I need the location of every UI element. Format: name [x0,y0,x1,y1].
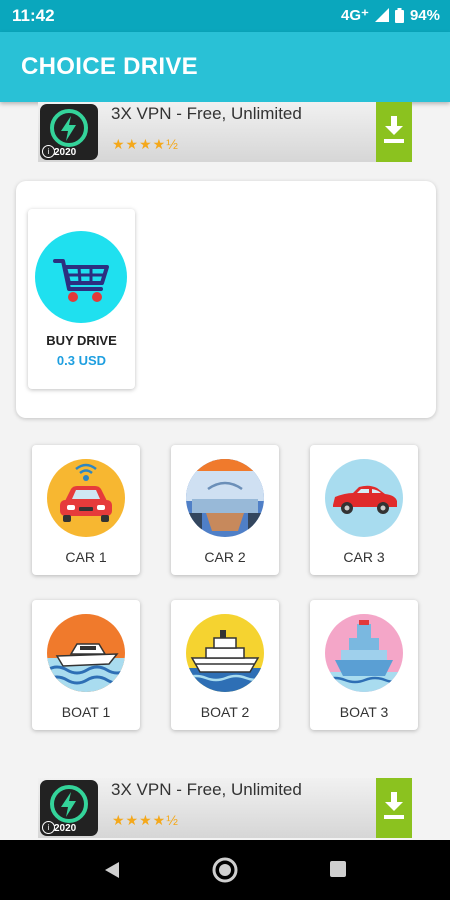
vpn-app-icon: i 2020 [40,104,98,160]
download-icon [384,792,404,819]
car-1-icon [47,459,125,537]
shopping-cart-icon [53,259,109,302]
ad-title: 3X VPN - Free, Unlimited [111,104,302,123]
tile-car-2[interactable]: CAR 2 [171,445,279,575]
home-icon[interactable] [212,857,238,883]
vpn-app-icon: i 2020 [40,780,98,836]
tile-boat-1[interactable]: BOAT 1 [32,600,140,730]
car-3-icon [325,459,403,537]
boat-3-label: BOAT 3 [339,704,389,720]
car-2-icon [186,459,264,537]
buy-card: BUY DRIVE 0.3 USD [16,181,436,418]
download-button[interactable] [376,778,412,838]
signal-icon [374,8,389,22]
download-icon [384,116,404,143]
status-time: 11:42 [12,6,55,25]
battery-level: 94% [409,6,440,24]
badge-year: 2020 [54,823,77,834]
buy-drive-label: BUY DRIVE [46,333,117,348]
recents-icon[interactable] [329,860,347,878]
buy-drive-button[interactable]: BUY DRIVE 0.3 USD [28,209,135,389]
boat-2-label: BOAT 2 [200,704,250,720]
tile-car-1[interactable]: CAR 1 [32,445,140,575]
boat-3-icon [325,614,403,692]
app-title: CHOICE DRIVE [21,53,198,80]
badge-year: 2020 [54,147,77,158]
ad-rating-stars: ★★★★½ [112,812,179,828]
status-bar: 11:42 4G⁺ 94% [0,0,450,32]
ad-title: 3X VPN - Free, Unlimited [111,780,302,799]
network-type: 4G⁺ [341,7,369,24]
ad-rating-stars: ★★★★½ [112,136,179,152]
boat-1-label: BOAT 1 [61,704,111,720]
cart-icon-circle [35,231,127,323]
car-3-label: CAR 3 [343,549,385,565]
buy-drive-price: 0.3 USD [56,353,107,368]
ad-banner-bottom[interactable]: i 2020 3X VPN - Free, Unlimited ★★★★½ [38,778,412,838]
car-1-label: CAR 1 [65,549,107,565]
tile-car-3[interactable]: CAR 3 [310,445,418,575]
system-nav-bar [0,840,450,900]
status-icons: 4G⁺ 94% [341,6,440,25]
tile-boat-3[interactable]: BOAT 3 [310,600,418,730]
car-2-label: CAR 2 [204,549,246,565]
download-button[interactable] [376,102,412,162]
app-bar: CHOICE DRIVE [0,32,450,102]
boat-2-icon [186,614,264,692]
battery-icon [394,7,404,23]
boat-1-icon [47,614,125,692]
ad-banner-top[interactable]: i 2020 3X VPN - Free, Unlimited ★★★★½ [38,102,412,162]
tile-boat-2[interactable]: BOAT 2 [171,600,279,730]
back-icon[interactable] [101,860,121,880]
